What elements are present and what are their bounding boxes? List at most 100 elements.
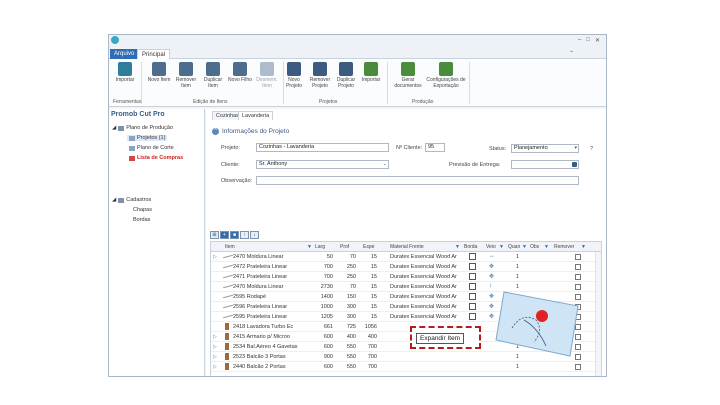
width-cell[interactable]: 661 [315,324,333,330]
expand-item-icon[interactable]: ▷ [213,364,217,370]
filter-icon[interactable]: ▼ [307,244,312,250]
arrow-up-icon[interactable]: ↑ [240,231,249,239]
collapse-icon[interactable]: ◢ [112,125,116,131]
column-header-width[interactable]: Larg [315,244,325,250]
remove-checkbox[interactable] [575,264,581,270]
depth-cell[interactable]: 250 [338,264,356,270]
grain-direction-icon[interactable]: ✥ [489,273,494,280]
material-cell[interactable]: Duratex Essencial Wood Ar [390,294,462,300]
table-row[interactable]: ▷ 2440 Balcão 2 Portas 600 550 700 1 [211,362,601,372]
notes-field[interactable] [256,176,579,185]
status-select[interactable]: Planejamento ▾ [511,144,579,153]
depth-cell[interactable]: 70 [338,284,356,290]
quantity-cell[interactable]: 1 [511,274,519,280]
filter-icon[interactable]: ▼ [581,244,586,250]
thickness-cell[interactable]: 400 [361,334,377,340]
thickness-cell[interactable]: 15 [361,284,377,290]
edge-checkbox[interactable] [469,273,476,280]
remove-row-icon[interactable]: ■ [230,231,239,239]
column-header-notes[interactable]: Obs [530,244,539,250]
material-cell[interactable]: Duratex Essencial Wood Ar [390,264,462,270]
width-cell[interactable]: 600 [315,364,333,370]
remove-checkbox[interactable] [575,364,581,370]
filter-icon[interactable]: ▼ [544,244,549,250]
tab-main[interactable]: Principal [137,49,171,59]
remove-item-button[interactable]: Remover Item [173,62,199,89]
client-select[interactable]: Sr. Anthony ⌄ [256,160,389,169]
edge-checkbox[interactable] [469,283,476,290]
material-cell[interactable]: Duratex Essencial Wood Ar [390,314,462,320]
thickness-cell[interactable]: 700 [361,354,377,360]
tree-item-cut-plan[interactable]: Plano de Corte [129,145,174,151]
arrow-down-icon[interactable]: ↓ [250,231,259,239]
thickness-cell[interactable]: 700 [361,364,377,370]
delivery-date-field[interactable] [511,160,579,169]
expand-item-icon[interactable]: ▷ [213,344,217,350]
depth-cell[interactable]: 550 [338,344,356,350]
quantity-cell[interactable]: 1 [511,364,519,370]
remove-checkbox[interactable] [575,274,581,280]
width-cell[interactable]: 2730 [315,284,333,290]
edge-checkbox[interactable] [469,313,476,320]
grain-direction-icon[interactable]: ↕ [489,283,492,289]
material-cell[interactable]: Duratex Essencial Wood Ar [390,304,462,310]
column-header-edge[interactable]: Borda [464,244,477,250]
filter-icon[interactable]: ▼ [499,244,504,250]
collapse-icon[interactable]: ◢ [112,197,116,203]
chevron-up-icon[interactable]: ⌃ [569,50,574,57]
new-child-button[interactable]: Novo Filho [227,62,253,84]
add-row-icon[interactable]: + [220,231,229,239]
depth-cell[interactable]: 70 [338,254,356,260]
thickness-cell[interactable]: 15 [361,254,377,260]
tree-item-edges[interactable]: Bordas [133,217,150,223]
tab-lavanderia[interactable]: Lavanderia [238,111,274,120]
import-button[interactable]: Importar [112,62,138,84]
thickness-cell[interactable]: 15 [361,294,377,300]
column-header-remove[interactable]: Remover [554,244,574,250]
tree-item-shopping-list[interactable]: Lista de Compras [129,155,183,161]
width-cell[interactable]: 600 [315,344,333,350]
material-cell[interactable]: Duratex Essencial Wood Ar [390,284,462,290]
edge-checkbox[interactable] [469,253,476,260]
width-cell[interactable]: 600 [315,334,333,340]
depth-cell[interactable]: 550 [338,354,356,360]
section-title[interactable]: ^ Informações do Projeto [212,128,289,135]
width-cell[interactable]: 1000 [315,304,333,310]
tree-item-projects[interactable]: Projetos (1) [127,135,168,141]
tree-item-sheets[interactable]: Chapas [133,207,152,213]
generate-docs-button[interactable]: Gerar documentos [392,62,424,89]
column-header-grain[interactable]: Veio [486,244,496,250]
tree-item-registers[interactable]: ◢ Cadastros [112,197,151,203]
depth-cell[interactable]: 300 [338,304,356,310]
expand-item-icon[interactable]: ▷ [213,354,217,360]
quantity-cell[interactable]: 1 [511,264,519,270]
expand-item-icon[interactable]: ▷ [213,254,217,260]
chevron-down-icon[interactable]: ⌄ [383,161,387,168]
duplicate-item-button[interactable]: Duplicar Item [200,62,226,89]
table-row[interactable]: 2472 Prateleira Linear 700 250 15 Duratex Es… [211,262,601,272]
grain-direction-icon[interactable]: ↔ [489,253,495,259]
remove-checkbox[interactable] [575,254,581,260]
width-cell[interactable]: 700 [315,264,333,270]
material-cell[interactable]: Duratex Essencial Wood Ar [390,254,462,260]
thickness-cell[interactable]: 1056 [361,324,377,330]
remove-project-button[interactable]: Remover Projeto [307,62,333,89]
width-cell[interactable]: 50 [315,254,333,260]
edge-checkbox[interactable] [469,293,476,300]
split-item-button[interactable]: Desmem. Item [254,62,280,89]
column-header-thickness[interactable]: Espe [363,244,374,250]
filter-icon[interactable]: ▼ [522,244,527,250]
client-number-field[interactable]: 95 [425,143,445,152]
table-row[interactable]: ▷ 2470 Moldura Linear 50 70 15 Duratex Essenc… [211,252,601,262]
depth-cell[interactable]: 725 [338,324,356,330]
minimize-icon[interactable]: – [578,37,581,44]
column-header-quantity[interactable]: Quan [508,244,520,250]
export-settings-button[interactable]: Configurações de Exportação [425,62,467,89]
expand-all-icon[interactable]: ⊞ [210,231,219,239]
duplicate-project-button[interactable]: Duplicar Projeto [333,62,359,89]
filter-icon[interactable]: ▼ [455,244,460,250]
close-icon[interactable]: ✕ [595,37,600,44]
width-cell[interactable]: 900 [315,354,333,360]
maximize-icon[interactable]: □ [586,37,590,44]
new-item-button[interactable]: Novo Item [146,62,172,84]
